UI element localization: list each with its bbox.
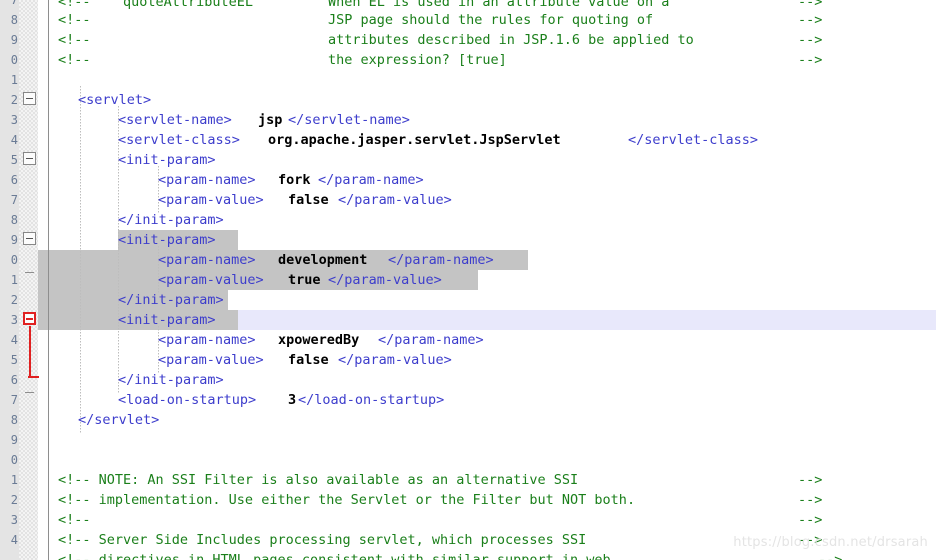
line-number: 7	[10, 393, 18, 407]
xml-tag: <param-name>	[158, 172, 256, 188]
xml-tag: <load-on-startup>	[118, 392, 257, 408]
line-number: 4	[10, 533, 18, 547]
code-content[interactable]: <!-- quoteAttributeEL When EL is used in …	[0, 0, 936, 560]
line-number: 3	[10, 313, 18, 327]
line-number: 9	[10, 433, 18, 447]
xml-tag: </servlet-name>	[288, 112, 410, 128]
line-number: 6	[10, 173, 18, 187]
xml-tag: <servlet-name>	[118, 112, 232, 128]
code-comment: -->	[798, 472, 823, 488]
line-number: 9	[10, 33, 18, 47]
line-number: 9	[10, 233, 18, 247]
xml-text-value: true	[288, 272, 321, 288]
xml-text-value: xpoweredBy	[278, 332, 360, 348]
xml-tag: </param-name>	[378, 332, 484, 348]
xml-tag: </servlet>	[78, 412, 160, 428]
xml-tag: <param-name>	[158, 252, 256, 268]
xml-tag: </servlet-class>	[628, 132, 759, 148]
collapse-fold-icon[interactable]	[23, 312, 36, 325]
code-comment: <!--	[58, 12, 91, 28]
line-number: 4	[10, 333, 18, 347]
code-comment: <!--	[58, 512, 91, 528]
line-number: 6	[10, 373, 18, 387]
line-number: 3	[10, 513, 18, 527]
line-number-column: 7 8 9 0 1 2 3 4 5 6 7 8 9 0 1 2 3 4 5 6 7 8 9 0 1 2 3 4	[0, 0, 19, 560]
watermark-text: https://blog.csdn.net/drsarah	[733, 535, 928, 550]
active-fold-range-indicator	[28, 326, 39, 378]
line-number: 8	[10, 13, 18, 27]
xml-tag: </param-value>	[338, 352, 452, 368]
line-number: 2	[10, 493, 18, 507]
xml-text-value: development	[278, 252, 368, 268]
code-comment: <!-- NOTE: An SSI Filter is also availab…	[58, 472, 579, 488]
code-comment: -->	[798, 512, 823, 528]
line-number: 1	[10, 73, 18, 87]
line-number: 5	[10, 153, 18, 167]
xml-text-value: false	[288, 352, 329, 368]
collapse-fold-icon[interactable]	[23, 232, 36, 245]
xml-tag: </param-name>	[318, 172, 424, 188]
code-comment: <!-- implementation. Use either the Serv…	[58, 492, 636, 508]
xml-tag: </init-param>	[118, 292, 224, 308]
xml-text-value: false	[288, 192, 329, 208]
line-number: 2	[10, 93, 18, 107]
fold-end-tick	[25, 392, 34, 393]
xml-tag: </init-param>	[118, 212, 224, 228]
line-number: 0	[10, 53, 18, 67]
line-number: 2	[10, 293, 18, 307]
code-comment: JSP page should the rules for quoting of	[328, 12, 654, 28]
line-number: 1	[10, 473, 18, 487]
xml-tag: </init-param>	[118, 372, 224, 388]
line-number: 0	[10, 253, 18, 267]
code-comment: the expression? [true]	[328, 52, 507, 68]
code-comment: -->	[798, 32, 823, 48]
xml-text-value: org.apache.jasper.servlet.JspServlet	[268, 132, 561, 148]
collapse-fold-icon[interactable]	[23, 92, 36, 105]
xml-tag: <servlet>	[78, 92, 152, 108]
code-comment: <!--	[58, 32, 91, 48]
xml-tag: </param-value>	[328, 272, 442, 288]
code-folding-column[interactable]	[19, 0, 49, 560]
collapse-fold-icon[interactable]	[23, 152, 36, 165]
code-comment: <!-- Server Side Includes processing ser…	[58, 532, 587, 548]
code-comment: <!--	[58, 52, 91, 68]
line-number: 1	[10, 273, 18, 287]
code-comment: -->	[798, 52, 823, 68]
line-number: 4	[10, 133, 18, 147]
xml-text-value: fork	[278, 172, 311, 188]
xml-tag: <param-name>	[158, 332, 256, 348]
xml-tag: </load-on-startup>	[298, 392, 445, 408]
line-number: 8	[10, 413, 18, 427]
xml-tag: <param-value>	[158, 352, 264, 368]
line-number: 8	[10, 213, 18, 227]
fold-guide-line	[48, 0, 49, 560]
xml-tag: <init-param>	[118, 232, 216, 248]
code-comment: -->	[818, 552, 843, 560]
editor-gutter[interactable]: 7 8 9 0 1 2 3 4 5 6 7 8 9 0 1 2 3 4 5 6 7 8 9 0 1 2 3 4	[0, 0, 49, 560]
code-comment: -->	[798, 12, 823, 28]
line-number: 7	[10, 0, 18, 7]
code-editor[interactable]: <!-- quoteAttributeEL When EL is used in …	[0, 0, 936, 560]
xml-text-value: 3	[288, 392, 297, 408]
fold-end-tick	[25, 272, 34, 273]
line-number: 3	[10, 113, 18, 127]
xml-tag: </param-value>	[338, 192, 452, 208]
xml-tag: <init-param>	[118, 152, 216, 168]
xml-tag: <servlet-class>	[118, 132, 240, 148]
code-comment: -->	[798, 492, 823, 508]
line-number: 5	[10, 353, 18, 367]
xml-tag: <param-value>	[158, 272, 264, 288]
line-number: 7	[10, 193, 18, 207]
xml-text-value: jsp	[258, 112, 283, 128]
line-number: 0	[10, 453, 18, 467]
xml-tag: <param-value>	[158, 192, 264, 208]
xml-tag: </param-name>	[388, 252, 494, 268]
xml-tag: <init-param>	[118, 312, 216, 328]
code-comment: attributes described in JSP.1.6 be appli…	[328, 32, 694, 48]
code-comment: <!-- directives in HTML pages consistent…	[58, 552, 611, 560]
